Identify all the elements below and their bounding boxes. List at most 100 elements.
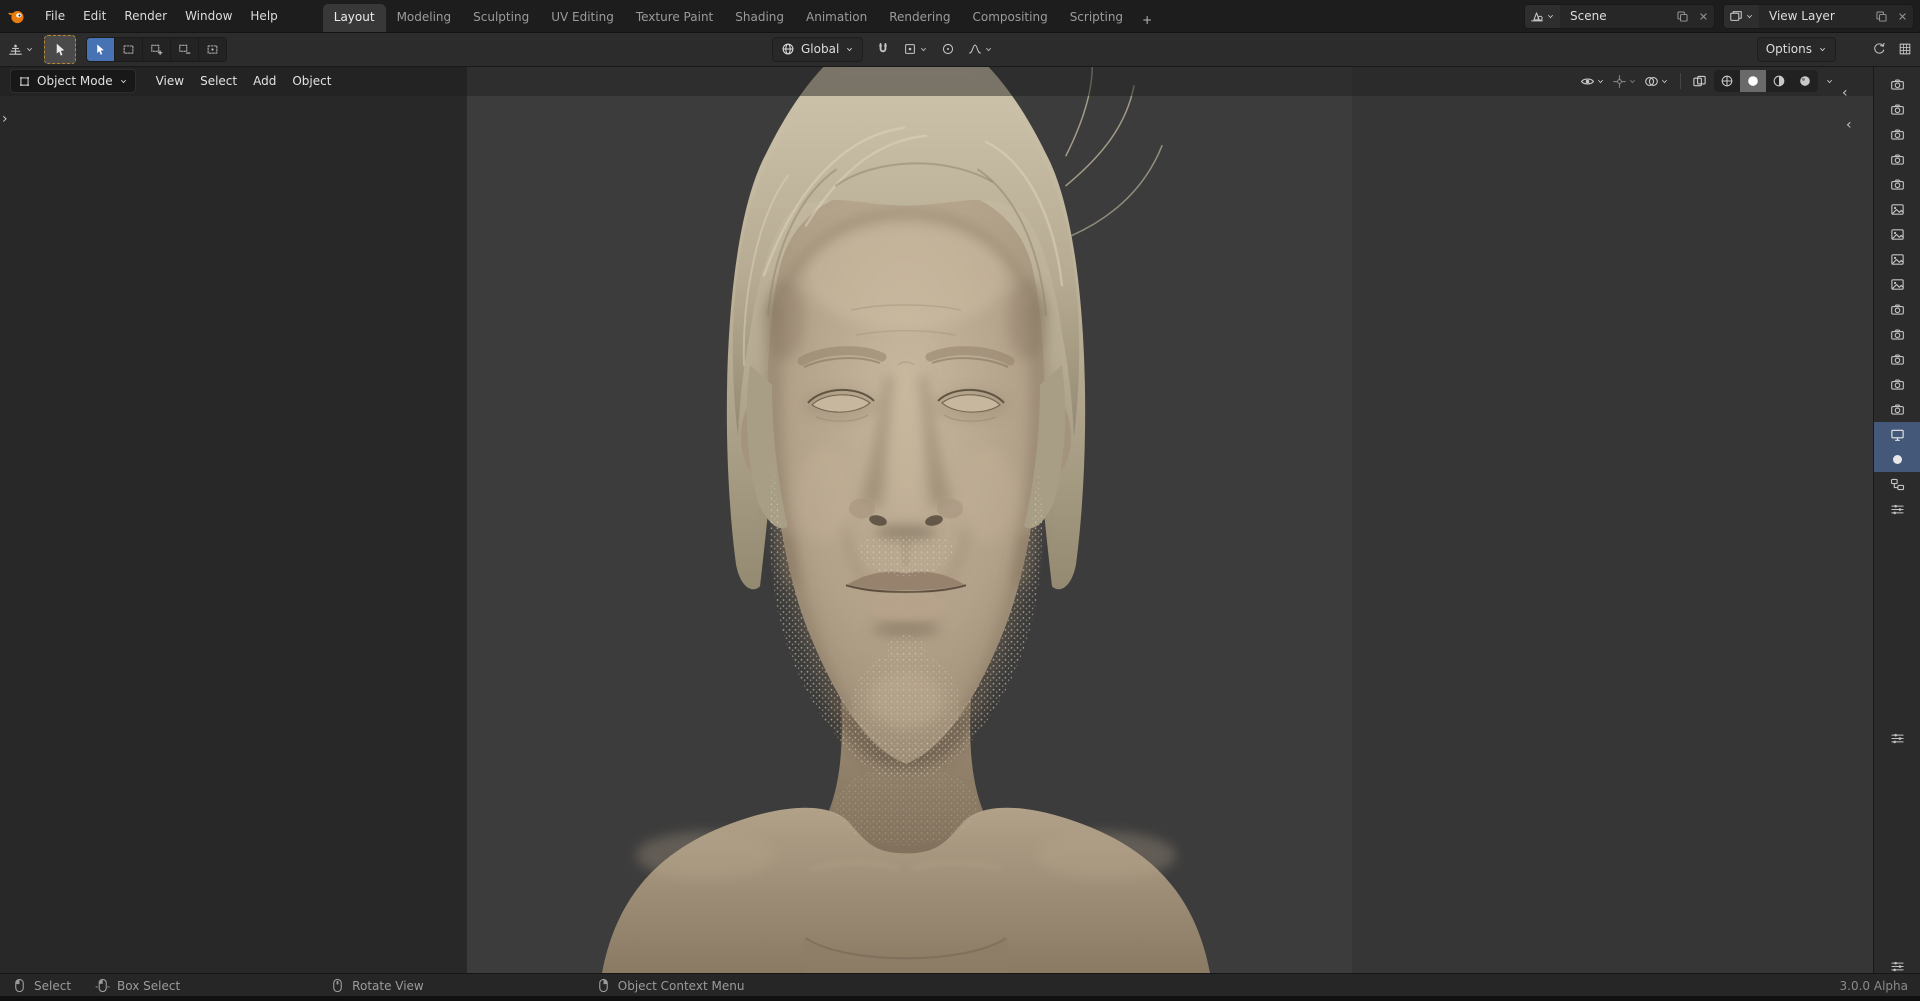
select-mode-extend[interactable] bbox=[143, 37, 171, 61]
blender-logo-icon[interactable] bbox=[8, 7, 26, 25]
outliner-row-camera[interactable] bbox=[1874, 397, 1920, 422]
tab-layout[interactable]: Layout bbox=[322, 4, 386, 32]
orientation-globe-icon bbox=[781, 42, 795, 56]
menu-help[interactable]: Help bbox=[241, 4, 286, 28]
xray-toggle[interactable] bbox=[1692, 74, 1707, 89]
close-icon bbox=[1897, 11, 1908, 22]
outliner-row-camera[interactable] bbox=[1874, 297, 1920, 322]
outliner-row-camera[interactable] bbox=[1874, 72, 1920, 97]
refresh-icon[interactable] bbox=[1872, 42, 1886, 56]
snap-toggle[interactable] bbox=[871, 37, 895, 61]
box-select-icon bbox=[122, 43, 135, 56]
shading-settings-chevron-icon[interactable] bbox=[1825, 77, 1834, 86]
tab-sculpting[interactable]: Sculpting bbox=[462, 4, 540, 32]
proportional-falloff-dropdown[interactable] bbox=[968, 37, 993, 61]
outliner-row-camera[interactable] bbox=[1874, 322, 1920, 347]
right-panel-strip bbox=[1873, 66, 1920, 985]
tab-animation[interactable]: Animation bbox=[795, 4, 878, 32]
shading-rendered[interactable] bbox=[1792, 70, 1818, 92]
viewport-menu-add[interactable]: Add bbox=[245, 70, 284, 92]
outliner-row-camera[interactable] bbox=[1874, 97, 1920, 122]
mode-label: Object Mode bbox=[37, 74, 113, 88]
active-tool-select-box[interactable] bbox=[44, 34, 76, 64]
grid-icon[interactable] bbox=[1898, 42, 1912, 56]
viewport-3d[interactable]: Object Mode View Select Add Object bbox=[0, 66, 1874, 973]
hint-label: Box Select bbox=[117, 978, 181, 993]
scene-name[interactable]: Scene bbox=[1560, 9, 1672, 23]
tab-compositing[interactable]: Compositing bbox=[961, 4, 1058, 32]
mode-dropdown[interactable]: Object Mode bbox=[10, 69, 136, 93]
viewport-menu-object[interactable]: Object bbox=[284, 70, 339, 92]
transform-orientation-dropdown[interactable]: Global bbox=[772, 36, 864, 62]
outliner-row-sliders[interactable] bbox=[1874, 497, 1920, 522]
menu-window[interactable]: Window bbox=[176, 4, 241, 28]
select-mode-new[interactable] bbox=[115, 37, 143, 61]
sliders-icon bbox=[1890, 959, 1905, 974]
outliner-row-sliders[interactable] bbox=[1874, 726, 1920, 751]
show-overlays-dropdown[interactable] bbox=[1644, 74, 1669, 89]
proportional-editing-toggle[interactable] bbox=[936, 37, 960, 61]
add-workspace-button[interactable]: + bbox=[1134, 8, 1160, 32]
viewport-menu-view[interactable]: View bbox=[148, 70, 192, 92]
outliner-row-camera[interactable] bbox=[1874, 372, 1920, 397]
shading-mode-group bbox=[1714, 70, 1818, 92]
eye-icon bbox=[1580, 74, 1595, 89]
menu-render[interactable]: Render bbox=[115, 4, 176, 28]
chevron-down-icon bbox=[984, 45, 993, 54]
outliner-row-camera[interactable] bbox=[1874, 347, 1920, 372]
view-layer-browse-button[interactable] bbox=[1724, 4, 1759, 28]
nodes-icon bbox=[1890, 477, 1905, 492]
outliner-row-image[interactable] bbox=[1874, 197, 1920, 222]
camera-icon bbox=[1890, 177, 1905, 192]
outliner-row-image[interactable] bbox=[1874, 272, 1920, 297]
tab-scripting[interactable]: Scripting bbox=[1059, 4, 1134, 32]
snap-settings-dropdown[interactable] bbox=[903, 37, 928, 61]
select-mode-intersect[interactable] bbox=[199, 38, 226, 61]
cursor-icon bbox=[94, 43, 107, 56]
scene-selector: Scene bbox=[1524, 3, 1715, 29]
view-layer-copy-button[interactable] bbox=[1871, 5, 1892, 28]
options-dropdown[interactable]: Options bbox=[1756, 36, 1836, 62]
outliner-row-image[interactable] bbox=[1874, 222, 1920, 247]
outliner-row-screen[interactable] bbox=[1874, 422, 1920, 447]
tab-uv-editing[interactable]: UV Editing bbox=[540, 4, 625, 32]
sidebar-expand-arrow[interactable] bbox=[1842, 86, 1848, 100]
shading-solid[interactable] bbox=[1740, 70, 1766, 92]
screen-icon bbox=[1890, 427, 1905, 442]
outliner-row-camera[interactable] bbox=[1874, 172, 1920, 197]
scene-browse-button[interactable] bbox=[1525, 4, 1560, 28]
show-gizmo-dropdown[interactable] bbox=[1612, 74, 1637, 89]
tab-texture-paint[interactable]: Texture Paint bbox=[625, 4, 724, 32]
tab-shading[interactable]: Shading bbox=[724, 4, 795, 32]
scene-unlink-button[interactable] bbox=[1693, 5, 1714, 28]
viewport-backdrop-left bbox=[0, 66, 467, 973]
outliner-row-camera[interactable] bbox=[1874, 122, 1920, 147]
falloff-curve-icon bbox=[968, 42, 982, 56]
tab-modeling[interactable]: Modeling bbox=[386, 4, 463, 32]
outliner-row-camera[interactable] bbox=[1874, 147, 1920, 172]
view-layer-remove-button[interactable] bbox=[1892, 5, 1913, 28]
outliner-row-image[interactable] bbox=[1874, 247, 1920, 272]
rendered-sphere-icon bbox=[1798, 74, 1812, 88]
mouse-drag-icon bbox=[95, 978, 110, 993]
select-mode-tweak[interactable] bbox=[87, 37, 115, 61]
outliner-row-sphere[interactable] bbox=[1874, 447, 1920, 472]
options-label: Options bbox=[1765, 42, 1812, 56]
toolbar-expand-arrow[interactable] bbox=[2, 112, 8, 126]
viewport-menu-select[interactable]: Select bbox=[192, 70, 245, 92]
camera-icon bbox=[1890, 327, 1905, 342]
tab-rendering[interactable]: Rendering bbox=[878, 4, 961, 32]
select-mode-subtract[interactable] bbox=[171, 37, 199, 61]
scene-copy-button[interactable] bbox=[1672, 5, 1693, 28]
shading-material-preview[interactable] bbox=[1766, 70, 1792, 92]
outliner-row-nodes[interactable] bbox=[1874, 472, 1920, 497]
sidebar-expand-arrow-2[interactable] bbox=[1846, 118, 1852, 132]
view-layer-name[interactable]: View Layer bbox=[1759, 9, 1871, 23]
shading-wireframe[interactable] bbox=[1714, 70, 1740, 92]
menu-edit[interactable]: Edit bbox=[74, 4, 115, 28]
menu-file[interactable]: File bbox=[36, 4, 74, 28]
object-visibility-dropdown[interactable] bbox=[1580, 74, 1605, 89]
editor-type-button[interactable] bbox=[8, 37, 34, 61]
wireframe-sphere-icon bbox=[1720, 74, 1734, 88]
chevron-down-icon bbox=[1546, 12, 1555, 21]
